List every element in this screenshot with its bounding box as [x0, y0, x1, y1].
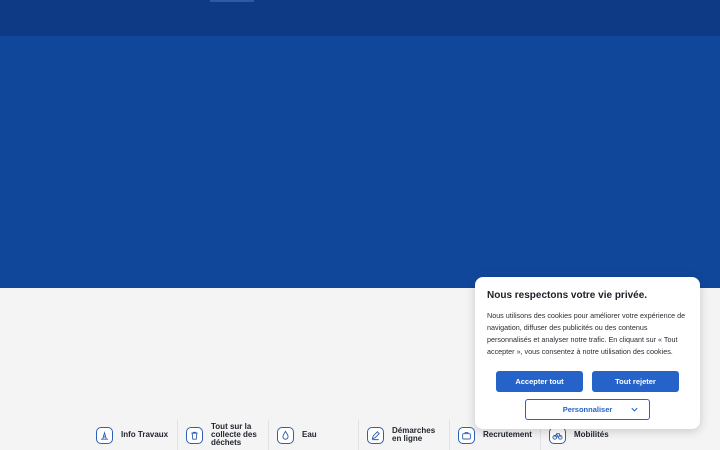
chevron-down-icon — [631, 407, 638, 412]
nav-active-indicator — [210, 0, 254, 2]
cookie-actions: Accepter tout Tout rejeter — [487, 371, 688, 392]
bicycle-icon — [549, 426, 566, 444]
quick-link-label: Mobilités — [574, 430, 609, 439]
trash-icon — [186, 426, 203, 444]
cookie-title: Nous respectons votre vie privée. — [487, 290, 648, 301]
quick-link-label: Démarches en ligne — [392, 426, 436, 443]
quick-link-info-travaux[interactable]: Info Travaux — [88, 420, 178, 450]
quick-link-label: Eau — [302, 430, 317, 439]
customize-button-label: Personnaliser — [562, 405, 613, 414]
water-drop-icon — [277, 426, 294, 444]
quick-link-label: Recrutement — [483, 430, 532, 439]
quick-link-collecte-dechets[interactable]: Tout sur la collecte des déchets — [178, 420, 269, 450]
cookie-description: Nous utilisons des cookies pour améliore… — [487, 311, 686, 356]
quick-link-label: Info Travaux — [121, 430, 169, 439]
reject-all-button[interactable]: Tout rejeter — [592, 371, 679, 392]
site-header — [0, 0, 720, 36]
hero-banner — [0, 36, 720, 288]
quick-link-label: Tout sur la collecte des déchets — [211, 422, 257, 447]
pen-icon — [367, 426, 384, 444]
customize-button[interactable]: Personnaliser — [525, 399, 650, 420]
quick-link-eau[interactable]: Eau — [269, 420, 359, 450]
accept-all-button[interactable]: Accepter tout — [496, 371, 583, 392]
cookie-consent-dialog: Nous respectons votre vie privée. Nous u… — [475, 277, 700, 429]
briefcase-icon — [458, 426, 475, 444]
construction-icon — [96, 426, 113, 444]
quick-link-demarches[interactable]: Démarches en ligne — [359, 420, 450, 450]
